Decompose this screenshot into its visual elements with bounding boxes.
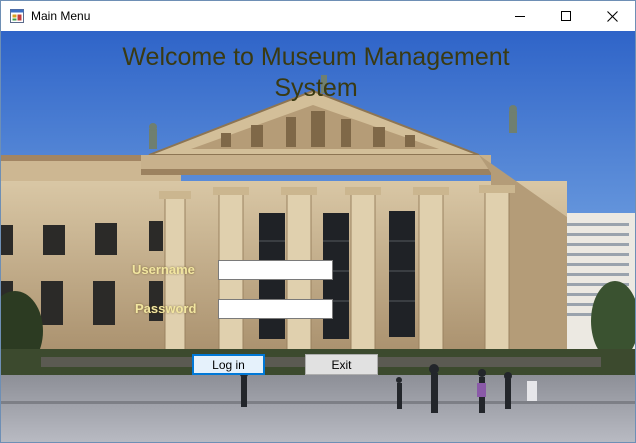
main-menu-window: Main Menu Welcome to Museum Management S… [0,0,636,443]
password-input[interactable] [218,299,333,319]
minimize-icon [515,16,525,17]
maximize-button[interactable] [543,1,589,31]
welcome-heading-line2: System [274,74,358,102]
username-input[interactable] [218,260,333,280]
close-button[interactable] [589,1,635,31]
title-bar[interactable]: Main Menu [1,1,635,31]
login-button[interactable]: Log in [192,354,265,375]
welcome-heading-line1: Welcome to Museum Management [122,43,510,71]
form-app-icon [10,9,24,23]
exit-button[interactable]: Exit [305,354,378,375]
maximize-icon [561,11,571,21]
password-label: Password [135,301,197,316]
welcome-heading: Welcome to Museum Management System [61,42,571,104]
close-icon [606,10,618,22]
username-label: Username [132,262,195,277]
form-client-area: Welcome to Museum Management System User… [1,31,635,442]
window-title: Main Menu [31,9,91,23]
minimize-button[interactable] [497,1,543,31]
